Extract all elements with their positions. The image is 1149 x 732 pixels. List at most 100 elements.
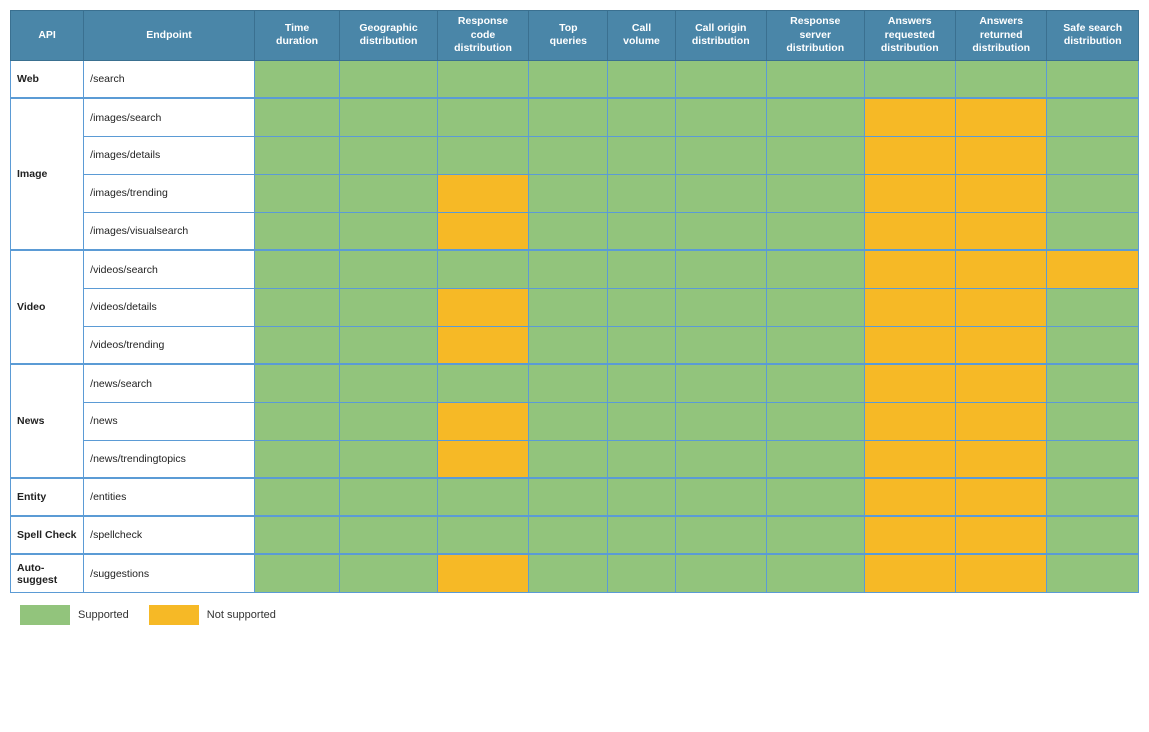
data-cell bbox=[1047, 326, 1139, 364]
data-cell bbox=[1047, 174, 1139, 212]
data-cell bbox=[340, 288, 438, 326]
data-cell bbox=[529, 174, 608, 212]
data-cell bbox=[956, 554, 1047, 592]
data-cell bbox=[1047, 402, 1139, 440]
data-cell bbox=[675, 212, 766, 250]
data-cell bbox=[767, 136, 865, 174]
data-cell bbox=[675, 364, 766, 402]
legend-supported: Supported bbox=[20, 605, 129, 625]
endpoint-cell: /news bbox=[84, 402, 255, 440]
api-cell: Video bbox=[11, 250, 84, 364]
endpoint-cell: /images/details bbox=[84, 136, 255, 174]
data-cell bbox=[1047, 440, 1139, 478]
legend-supported-box bbox=[20, 605, 70, 625]
data-cell bbox=[608, 364, 675, 402]
header-response-server: Responseserverdistribution bbox=[767, 11, 865, 61]
data-cell bbox=[437, 364, 528, 402]
data-cell bbox=[675, 478, 766, 516]
header-response-code: Responsecodedistribution bbox=[437, 11, 528, 61]
header-safe-search: Safe searchdistribution bbox=[1047, 11, 1139, 61]
data-cell bbox=[437, 136, 528, 174]
data-cell bbox=[608, 250, 675, 288]
data-cell bbox=[254, 250, 339, 288]
data-cell bbox=[254, 212, 339, 250]
data-cell bbox=[437, 326, 528, 364]
api-support-table: API Endpoint Timeduration Geographicdist… bbox=[10, 10, 1139, 593]
data-cell bbox=[767, 326, 865, 364]
data-cell bbox=[1047, 98, 1139, 136]
data-cell bbox=[1047, 288, 1139, 326]
data-cell bbox=[254, 136, 339, 174]
data-cell bbox=[956, 136, 1047, 174]
data-cell bbox=[608, 60, 675, 98]
data-cell bbox=[675, 288, 766, 326]
api-cell: News bbox=[11, 364, 84, 478]
data-cell bbox=[340, 440, 438, 478]
header-endpoint: Endpoint bbox=[84, 11, 255, 61]
data-cell bbox=[675, 136, 766, 174]
data-cell bbox=[675, 60, 766, 98]
data-cell bbox=[767, 364, 865, 402]
data-cell bbox=[340, 478, 438, 516]
data-cell bbox=[608, 98, 675, 136]
data-cell bbox=[608, 516, 675, 554]
data-cell bbox=[1047, 554, 1139, 592]
data-cell bbox=[254, 288, 339, 326]
data-cell bbox=[608, 478, 675, 516]
endpoint-cell: /images/visualsearch bbox=[84, 212, 255, 250]
table-row: Entity/entities bbox=[11, 478, 1139, 516]
data-cell bbox=[864, 288, 955, 326]
api-cell: Auto-suggest bbox=[11, 554, 84, 592]
data-cell bbox=[956, 326, 1047, 364]
data-cell bbox=[767, 212, 865, 250]
data-cell bbox=[529, 326, 608, 364]
data-cell bbox=[675, 402, 766, 440]
data-cell bbox=[1047, 364, 1139, 402]
data-cell bbox=[529, 212, 608, 250]
table-row: /images/details bbox=[11, 136, 1139, 174]
header-api: API bbox=[11, 11, 84, 61]
data-cell bbox=[675, 554, 766, 592]
data-cell bbox=[767, 98, 865, 136]
data-cell bbox=[675, 98, 766, 136]
data-cell bbox=[864, 326, 955, 364]
data-cell bbox=[864, 554, 955, 592]
data-cell bbox=[767, 440, 865, 478]
endpoint-cell: /entities bbox=[84, 478, 255, 516]
data-cell bbox=[608, 554, 675, 592]
data-cell bbox=[254, 440, 339, 478]
endpoint-cell: /videos/trending bbox=[84, 326, 255, 364]
table-row: News/news/search bbox=[11, 364, 1139, 402]
data-cell bbox=[254, 516, 339, 554]
endpoint-cell: /spellcheck bbox=[84, 516, 255, 554]
data-cell bbox=[864, 212, 955, 250]
data-cell bbox=[340, 60, 438, 98]
data-cell bbox=[767, 478, 865, 516]
legend: Supported Not supported bbox=[10, 605, 1139, 625]
data-cell bbox=[437, 402, 528, 440]
data-cell bbox=[864, 440, 955, 478]
data-cell bbox=[767, 554, 865, 592]
header-call-volume: Callvolume bbox=[608, 11, 675, 61]
data-cell bbox=[956, 364, 1047, 402]
endpoint-cell: /suggestions bbox=[84, 554, 255, 592]
data-cell bbox=[864, 60, 955, 98]
api-cell: Spell Check bbox=[11, 516, 84, 554]
data-cell bbox=[608, 326, 675, 364]
data-cell bbox=[864, 402, 955, 440]
data-cell bbox=[864, 250, 955, 288]
data-cell bbox=[529, 478, 608, 516]
data-cell bbox=[675, 250, 766, 288]
data-cell bbox=[608, 288, 675, 326]
data-cell bbox=[437, 60, 528, 98]
data-cell bbox=[529, 440, 608, 478]
header-call-origin: Call origindistribution bbox=[675, 11, 766, 61]
data-cell bbox=[340, 516, 438, 554]
data-cell bbox=[529, 554, 608, 592]
header-top-queries: Topqueries bbox=[529, 11, 608, 61]
header-answers-requested: Answersrequesteddistribution bbox=[864, 11, 955, 61]
data-cell bbox=[437, 288, 528, 326]
data-cell bbox=[437, 212, 528, 250]
data-cell bbox=[864, 478, 955, 516]
header-answers-returned: Answersreturneddistribution bbox=[956, 11, 1047, 61]
